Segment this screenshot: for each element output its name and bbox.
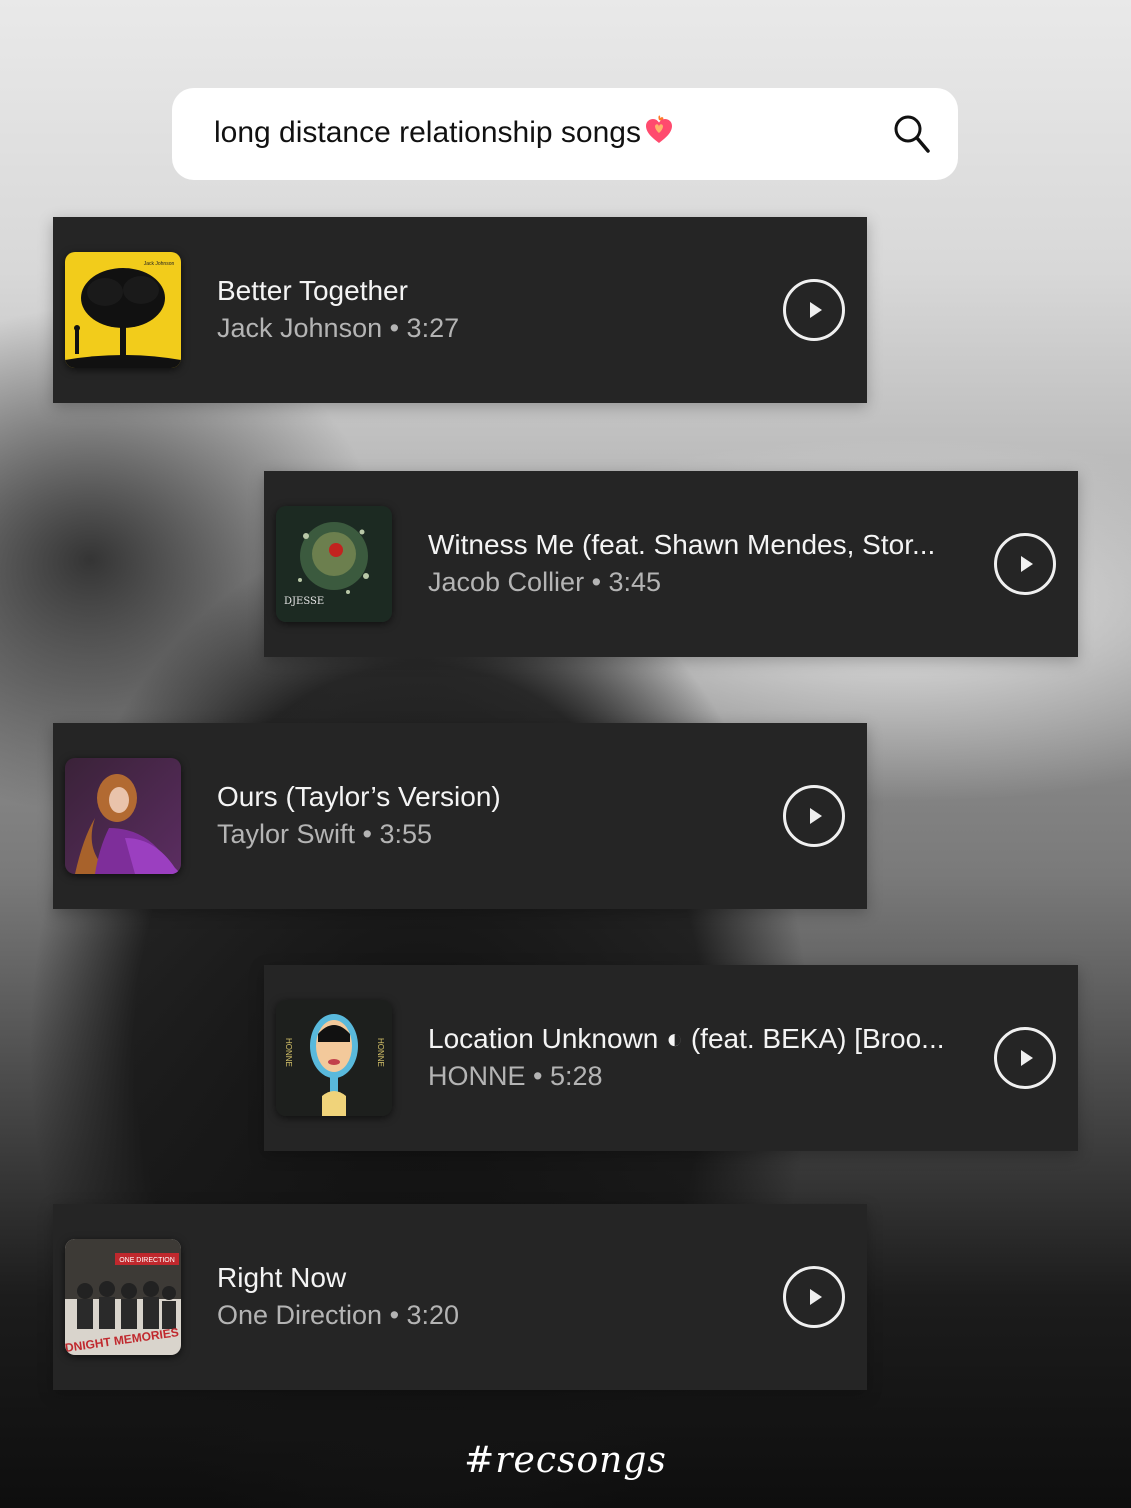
search-icon[interactable]	[892, 114, 932, 154]
song-title: Witness Me (feat. Shawn Mendes, Stor...	[428, 529, 936, 560]
play-button[interactable]	[994, 533, 1056, 595]
cover-top-label: ONE DIRECTION	[119, 1257, 175, 1264]
song-title: Right Now	[217, 1262, 347, 1293]
album-art: ONE DIRECTION MIDNIGHT MEMORIES	[65, 1239, 181, 1355]
song-card-better-together[interactable]: Jack Johnson Better Together Jack Johnso…	[53, 217, 867, 403]
song-card-witness-me[interactable]: DJESSE Witness Me (feat. Shawn Mendes, S…	[264, 471, 1078, 657]
song-title: Better Together	[217, 275, 408, 306]
search-bar[interactable]: long distance relationship songs	[172, 88, 958, 180]
midnight-memories-album-cover-icon: ONE DIRECTION MIDNIGHT MEMORIES	[65, 1239, 181, 1355]
play-icon	[810, 1289, 822, 1305]
play-icon	[810, 808, 822, 824]
song-subtitle: Jack Johnson • 3:27	[217, 313, 460, 343]
heart-on-fire-icon	[643, 114, 675, 154]
play-button[interactable]	[783, 1266, 845, 1328]
song-card-ours[interactable]: Ours (Taylor’s Version) Taylor Swift • 3…	[53, 723, 867, 909]
album-art	[65, 758, 181, 874]
djesse-album-cover-icon: DJESSE	[276, 506, 392, 622]
album-art: DJESSE	[276, 506, 392, 622]
cover-label: DJESSE	[284, 596, 324, 607]
hashtag-label: #recsongs	[464, 1440, 667, 1481]
search-input[interactable]: long distance relationship songs	[214, 114, 892, 154]
search-query: long distance relationship songs	[214, 116, 641, 149]
album-art: Jack Johnson	[65, 252, 181, 368]
song-card-right-now[interactable]: ONE DIRECTION MIDNIGHT MEMORIES Right No…	[53, 1204, 867, 1390]
song-title: Ours (Taylor’s Version)	[217, 781, 501, 812]
cover-label-right: HONNE	[376, 1038, 385, 1067]
honne-album-cover-icon: HONNE HONNE	[276, 1000, 392, 1116]
song-subtitle: One Direction • 3:20	[217, 1300, 460, 1330]
speak-now-album-cover-icon	[65, 758, 181, 874]
album-art: HONNE HONNE	[276, 1000, 392, 1116]
play-icon	[810, 302, 822, 318]
song-card-location-unknown[interactable]: HONNE HONNE Location Unknown ◐ (feat. BE…	[264, 965, 1078, 1151]
cover-label: Jack Johnson	[144, 261, 175, 267]
song-subtitle: Jacob Collier • 3:45	[428, 567, 662, 597]
song-title: Location Unknown ◐ (feat. BEKA) [Broo...	[428, 1023, 945, 1054]
play-button[interactable]	[783, 785, 845, 847]
play-button[interactable]	[994, 1027, 1056, 1089]
cover-label: HONNE	[284, 1038, 293, 1067]
tree-album-cover-icon: Jack Johnson	[65, 252, 181, 368]
song-subtitle: HONNE • 5:28	[428, 1061, 603, 1091]
play-icon	[1021, 556, 1033, 572]
play-icon	[1021, 1050, 1033, 1066]
song-subtitle: Taylor Swift • 3:55	[217, 819, 433, 849]
play-button[interactable]	[783, 279, 845, 341]
